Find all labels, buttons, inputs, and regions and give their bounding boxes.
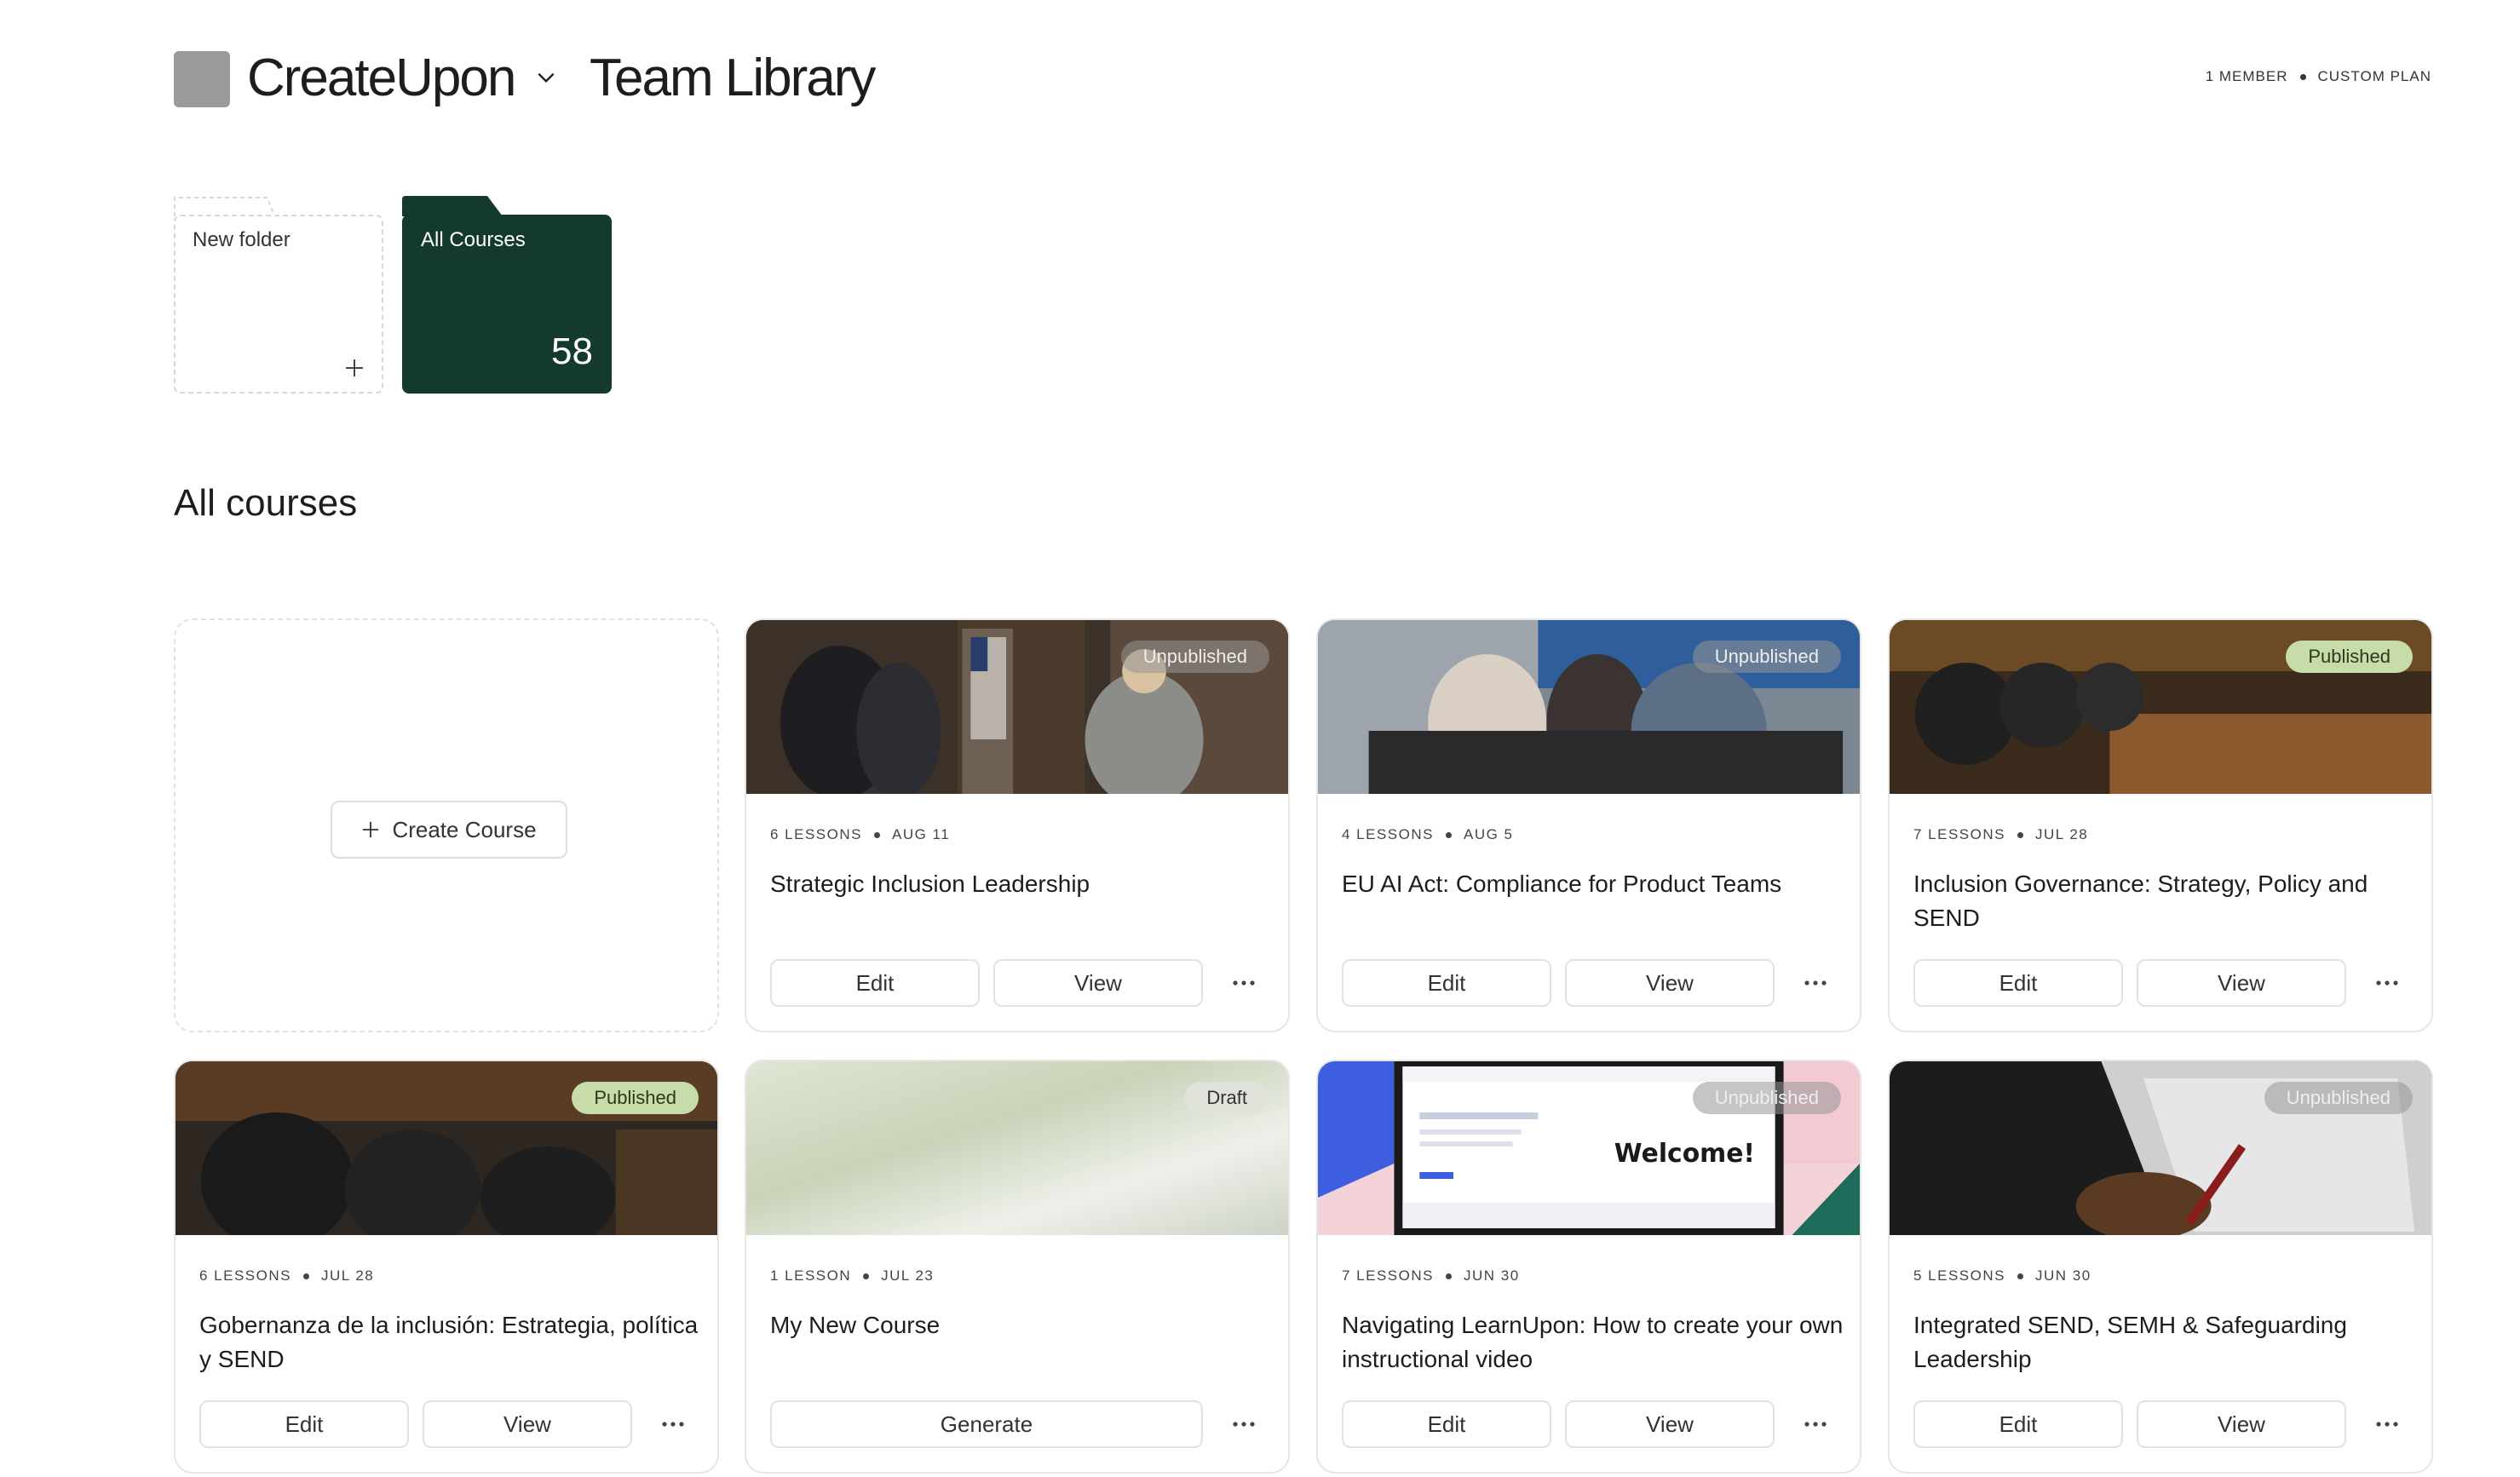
thumbnail-welcome-text: Welcome! <box>1614 1139 1755 1169</box>
edit-button[interactable]: Edit <box>1913 959 2123 1007</box>
edit-button[interactable]: Edit <box>770 959 980 1007</box>
course-title[interactable]: My New Course <box>770 1308 1273 1342</box>
edit-button[interactable]: Edit <box>1342 1400 1551 1448</box>
status-badge: Unpublished <box>2264 1082 2413 1114</box>
chevron-down-icon[interactable] <box>535 66 557 89</box>
folder-name: All Courses <box>421 228 526 251</box>
separator-dot <box>2299 73 2306 80</box>
course-card[interactable]: Unpublished 5 LESSONS JUN 30 Integrated … <box>1888 1060 2433 1474</box>
separator-dot <box>874 831 880 838</box>
view-button[interactable]: View <box>993 959 1203 1007</box>
folder-all-courses[interactable]: All Courses 58 <box>402 196 612 394</box>
plus-icon <box>346 359 363 376</box>
more-options-icon[interactable] <box>2367 1409 2408 1440</box>
course-meta: 4 LESSONS AUG 5 <box>1342 826 1514 843</box>
course-date: JUL 28 <box>2035 826 2089 842</box>
course-card[interactable]: Welcome! Unpublished 7 LESSONS JUN 30 Na… <box>1316 1060 1861 1474</box>
course-card[interactable]: Published 6 LESSONS JUL 28 Gobernanza de… <box>174 1060 719 1474</box>
separator-dot <box>2017 831 2023 838</box>
header: CreateUpon Team Library 1 MEMBER CUSTOM … <box>174 48 2431 109</box>
lesson-count: 4 LESSONS <box>1342 826 1434 842</box>
edit-button[interactable]: Edit <box>199 1400 409 1448</box>
course-title[interactable]: Inclusion Governance: Strategy, Policy a… <box>1913 867 2416 935</box>
folder-tab <box>174 197 275 216</box>
lesson-count: 7 LESSONS <box>1342 1267 1434 1284</box>
course-meta: 7 LESSONS JUN 30 <box>1342 1267 1520 1284</box>
separator-dot <box>1446 831 1452 838</box>
course-meta: 5 LESSONS JUN 30 <box>1913 1267 2091 1284</box>
course-meta: 7 LESSONS JUL 28 <box>1913 826 2088 843</box>
course-card[interactable]: Unpublished 4 LESSONS AUG 5 EU AI Act: C… <box>1316 618 1861 1032</box>
more-options-icon[interactable] <box>1795 1409 1836 1440</box>
page-title: Team Library <box>590 49 876 107</box>
create-course-button[interactable]: Create Course <box>331 801 567 859</box>
course-meta: 6 LESSONS JUL 28 <box>199 1267 374 1284</box>
view-button[interactable]: View <box>1565 1400 1775 1448</box>
new-folder-label: New folder <box>193 228 291 251</box>
course-title[interactable]: Integrated SEND, SEMH & Safeguarding Lea… <box>1913 1308 2416 1376</box>
separator-dot <box>863 1273 870 1279</box>
lesson-count: 5 LESSONS <box>1913 1267 2005 1284</box>
course-date: AUG 5 <box>1464 826 1514 842</box>
generate-button[interactable]: Generate <box>770 1400 1203 1448</box>
lesson-count: 1 LESSON <box>770 1267 852 1284</box>
course-meta: 1 LESSON JUL 23 <box>770 1267 934 1284</box>
course-date: JUL 23 <box>881 1267 935 1284</box>
course-meta: 6 LESSONS AUG 11 <box>770 826 950 843</box>
course-title[interactable]: EU AI Act: Compliance for Product Teams <box>1342 867 1844 901</box>
course-card[interactable]: Draft 1 LESSON JUL 23 My New Course Gene… <box>745 1060 1290 1474</box>
course-title[interactable]: Strategic Inclusion Leadership <box>770 867 1273 901</box>
lesson-count: 6 LESSONS <box>770 826 862 842</box>
lesson-count: 6 LESSONS <box>199 1267 291 1284</box>
plan-info: 1 MEMBER CUSTOM PLAN <box>2206 68 2431 85</box>
separator-dot <box>303 1273 309 1279</box>
course-date: JUN 30 <box>2035 1267 2091 1284</box>
course-title[interactable]: Gobernanza de la inclusión: Estrategia, … <box>199 1308 702 1376</box>
plus-icon <box>363 821 379 838</box>
create-course-label: Create Course <box>392 816 537 842</box>
status-badge: Published <box>2286 641 2413 673</box>
course-card[interactable]: Published 7 LESSONS JUL 28 Inclusion Gov… <box>1888 618 2433 1032</box>
create-course-card: Create Course <box>174 618 719 1032</box>
lesson-count: 7 LESSONS <box>1913 826 2005 842</box>
member-count: 1 MEMBER <box>2205 68 2288 84</box>
status-badge: Published <box>572 1082 699 1114</box>
folder-count: 58 <box>551 330 593 372</box>
workspace-name[interactable]: CreateUpon <box>247 48 516 109</box>
new-folder-button[interactable]: New folder <box>174 197 383 394</box>
view-button[interactable]: View <box>1565 959 1775 1007</box>
course-card[interactable]: Unpublished 6 LESSONS AUG 11 Strategic I… <box>745 618 1290 1032</box>
course-title[interactable]: Navigating LearnUpon: How to create your… <box>1342 1308 1844 1376</box>
more-options-icon[interactable] <box>1223 968 1264 998</box>
separator-dot <box>1446 1273 1452 1279</box>
status-badge: Draft <box>1184 1082 1269 1114</box>
course-date: JUL 28 <box>321 1267 375 1284</box>
more-options-icon[interactable] <box>653 1409 693 1440</box>
plan-label: CUSTOM PLAN <box>2317 68 2431 84</box>
status-badge: Unpublished <box>1120 641 1269 673</box>
section-title: All courses <box>174 482 358 524</box>
separator-dot <box>2017 1273 2023 1279</box>
course-date: AUG 11 <box>892 826 951 842</box>
view-button[interactable]: View <box>2137 959 2346 1007</box>
course-date: JUN 30 <box>1464 1267 1520 1284</box>
status-badge: Unpublished <box>1692 641 1841 673</box>
status-badge: Unpublished <box>1692 1082 1841 1114</box>
more-options-icon[interactable] <box>1223 1409 1264 1440</box>
more-options-icon[interactable] <box>1795 968 1836 998</box>
more-options-icon[interactable] <box>2367 968 2408 998</box>
view-button[interactable]: View <box>2137 1400 2346 1448</box>
edit-button[interactable]: Edit <box>1913 1400 2123 1448</box>
edit-button[interactable]: Edit <box>1342 959 1551 1007</box>
view-button[interactable]: View <box>423 1400 632 1448</box>
folder-tab <box>402 196 503 216</box>
workspace-logo[interactable] <box>174 51 230 107</box>
